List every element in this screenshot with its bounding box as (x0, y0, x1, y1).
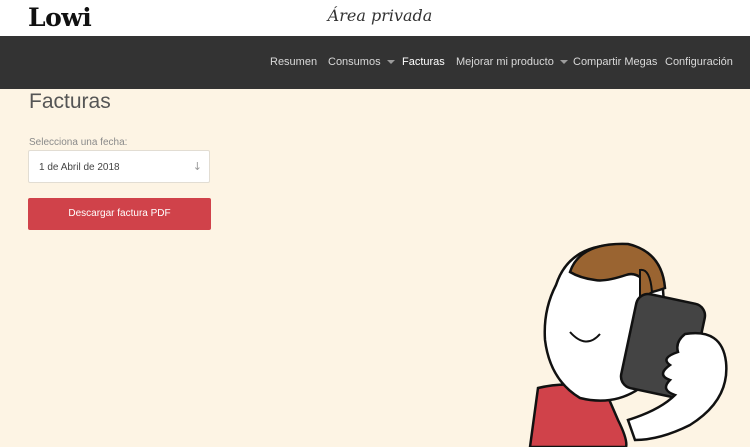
top-header: Lowi Área privada (0, 0, 750, 36)
nav-item-facturas[interactable]: Facturas (402, 56, 445, 68)
nav-item-label: Facturas (402, 56, 445, 68)
download-invoice-pdf-button[interactable]: Descargar factura PDF (28, 198, 211, 230)
mascot-illustration (528, 242, 728, 447)
date-select[interactable]: 1 de Abril de 2018 ↓ (28, 150, 210, 183)
nav-item-label: Compartir Megas (573, 56, 658, 68)
arrow-down-icon: ↓ (192, 160, 202, 173)
nav-item-label: Configuración (665, 56, 733, 68)
nav-item-label: Consumos (328, 56, 381, 68)
main-nav: Resumen Consumos Facturas Mejorar mi pro… (0, 36, 750, 89)
date-select-label: Selecciona una fecha: (29, 137, 128, 148)
area-title: Área privada (327, 6, 433, 25)
nav-item-label: Resumen (270, 56, 318, 68)
date-select-value: 1 de Abril de 2018 (39, 162, 120, 173)
nav-item-label: Mejorar mi producto (456, 56, 554, 68)
page-title: Facturas (29, 90, 111, 113)
nav-item-configuracion[interactable]: Configuración (665, 56, 733, 68)
nav-item-resumen[interactable]: Resumen (270, 56, 317, 68)
nav-item-compartir-megas[interactable]: Compartir Megas (573, 56, 657, 68)
nav-item-consumos[interactable]: Consumos (328, 56, 395, 68)
caret-down-icon (386, 60, 395, 65)
nav-item-mejorar-producto[interactable]: Mejorar mi producto (456, 56, 568, 68)
caret-down-icon (559, 60, 568, 65)
